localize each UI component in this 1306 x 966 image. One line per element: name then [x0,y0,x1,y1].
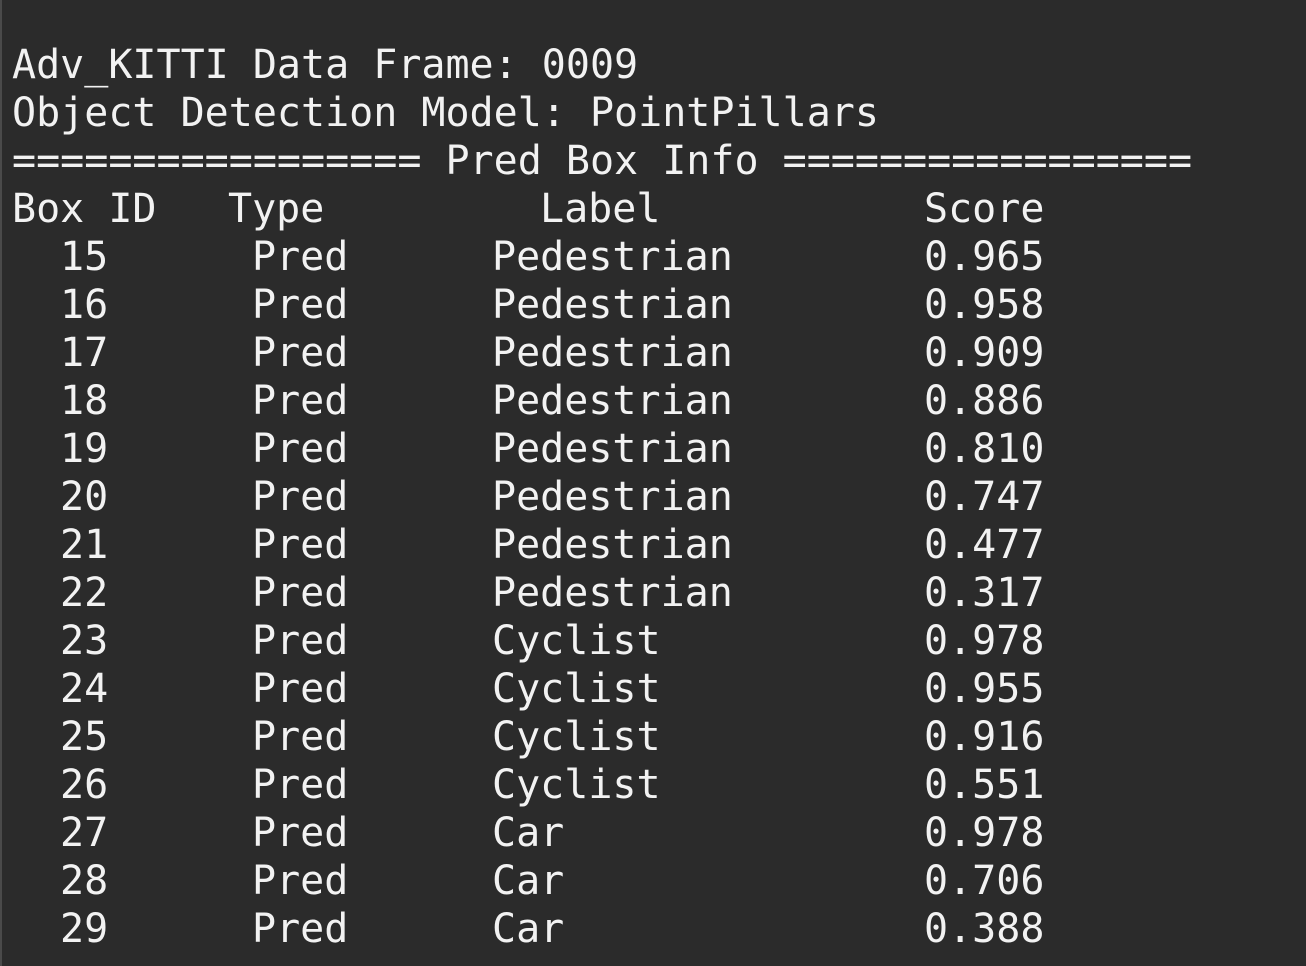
box-id-cell: 15 [60,234,109,280]
frame-info-line: Adv_KITTI Data Frame: 0009 [12,42,639,88]
table-row: 28 Pred Car 0.706 [2,857,1306,905]
score-cell: 0.958 [924,282,1045,328]
score-cell: 0.886 [924,378,1045,424]
type-cell: Pred [252,474,349,520]
label-cell: Cyclist [492,666,661,712]
type-cell: Pred [252,810,349,856]
table-row: 17 Pred Pedestrian 0.909 [2,329,1306,377]
score-cell: 0.955 [924,666,1045,712]
box-id-cell: 25 [60,714,109,760]
model-info-line: Object Detection Model: PointPillars [12,90,879,136]
score-cell: 0.965 [924,234,1045,280]
label-cell: Pedestrian [492,282,733,328]
table-row: 25 Pred Cyclist 0.916 [2,713,1306,761]
box-id-cell: 24 [60,666,109,712]
table-row: 19 Pred Pedestrian 0.810 [2,425,1306,473]
label-cell: Cyclist [492,618,661,664]
table-row: 24 Pred Cyclist 0.955 [2,665,1306,713]
type-cell: Pred [252,234,349,280]
table-row: 22 Pred Pedestrian 0.317 [2,569,1306,617]
column-header-score: Score [924,186,1045,232]
terminal-output: Adv_KITTI Data Frame: 0009 Object Detect… [0,0,1306,966]
label-cell: Car [492,810,565,856]
type-cell: Pred [252,618,349,664]
table-row: 27 Pred Car 0.978 [2,809,1306,857]
table-header: Box ID Type Label Score [2,185,1306,233]
box-id-cell: 19 [60,426,109,472]
box-id-cell: 26 [60,762,109,808]
label-cell: Car [492,906,565,952]
type-cell: Pred [252,714,349,760]
score-cell: 0.978 [924,618,1045,664]
label-cell: Pedestrian [492,474,733,520]
score-cell: 0.706 [924,858,1045,904]
column-header-type: Type [228,186,325,232]
label-cell: Pedestrian [492,570,733,616]
box-id-cell: 18 [60,378,109,424]
label-cell: Pedestrian [492,378,733,424]
column-header-box-id: Box ID [12,186,157,232]
box-id-cell: 22 [60,570,109,616]
box-id-cell: 23 [60,618,109,664]
column-header-label: Label [540,186,661,232]
label-cell: Car [492,858,565,904]
box-id-cell: 28 [60,858,109,904]
type-cell: Pred [252,906,349,952]
label-cell: Pedestrian [492,522,733,568]
box-id-cell: 17 [60,330,109,376]
score-cell: 0.747 [924,474,1045,520]
score-cell: 0.810 [924,426,1045,472]
type-cell: Pred [252,666,349,712]
label-cell: Pedestrian [492,426,733,472]
table-row: 21 Pred Pedestrian 0.477 [2,521,1306,569]
box-id-cell: 29 [60,906,109,952]
table-row: 18 Pred Pedestrian 0.886 [2,377,1306,425]
score-cell: 0.388 [924,906,1045,952]
score-cell: 0.551 [924,762,1045,808]
table-row: 20 Pred Pedestrian 0.747 [2,473,1306,521]
table-row: 16 Pred Pedestrian 0.958 [2,281,1306,329]
label-cell: Pedestrian [492,234,733,280]
box-id-cell: 16 [60,282,109,328]
box-id-cell: 21 [60,522,109,568]
label-cell: Cyclist [492,762,661,808]
score-cell: 0.909 [924,330,1045,376]
type-cell: Pred [252,330,349,376]
score-cell: 0.477 [924,522,1045,568]
type-cell: Pred [252,282,349,328]
box-id-cell: 27 [60,810,109,856]
label-cell: Cyclist [492,714,661,760]
type-cell: Pred [252,858,349,904]
type-cell: Pred [252,570,349,616]
type-cell: Pred [252,378,349,424]
table-row: 26 Pred Cyclist 0.551 [2,761,1306,809]
score-cell: 0.317 [924,570,1045,616]
section-divider: ================= Pred Box Info ========… [12,138,1193,184]
score-cell: 0.978 [924,810,1045,856]
table-row: 15 Pred Pedestrian 0.965 [2,233,1306,281]
type-cell: Pred [252,426,349,472]
label-cell: Pedestrian [492,330,733,376]
box-id-cell: 20 [60,474,109,520]
type-cell: Pred [252,762,349,808]
score-cell: 0.916 [924,714,1045,760]
type-cell: Pred [252,522,349,568]
table-row: 29 Pred Car 0.388 [2,905,1306,953]
table-row: 23 Pred Cyclist 0.978 [2,617,1306,665]
